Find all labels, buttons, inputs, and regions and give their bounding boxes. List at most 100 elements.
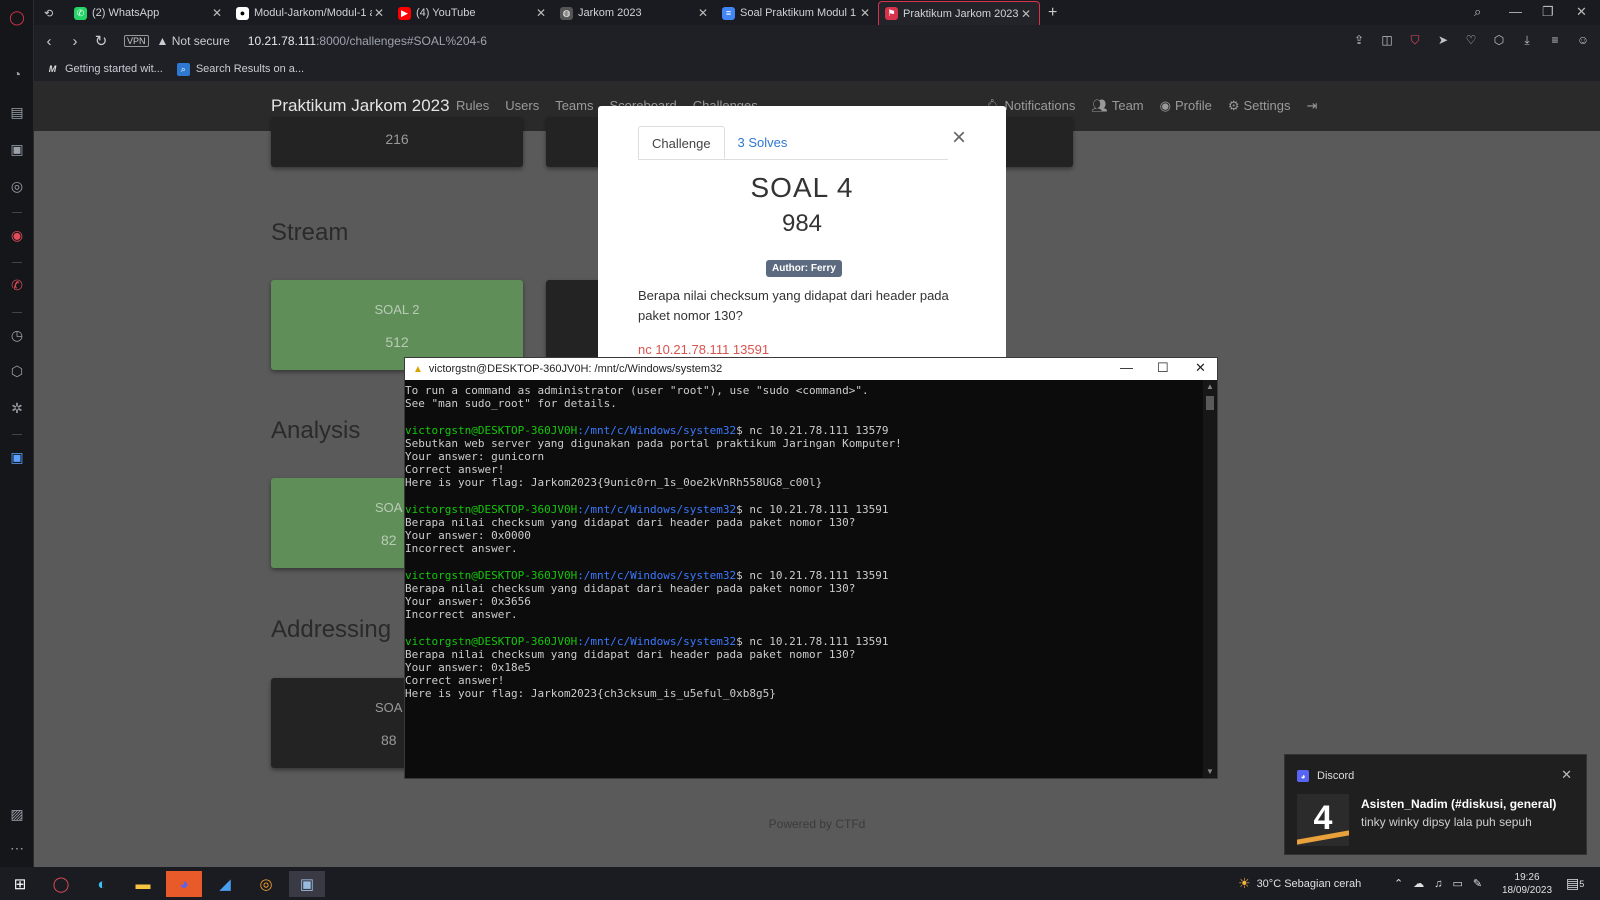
brand-link[interactable]: Praktikum Jarkom 2023 xyxy=(271,96,450,116)
close-tab-icon[interactable]: ✕ xyxy=(210,6,224,20)
messenger-icon[interactable]: ◉ xyxy=(7,225,27,245)
ubuntu-taskbar-icon[interactable]: ◎ xyxy=(248,871,284,897)
network-icon[interactable]: ▭ xyxy=(1452,877,1462,890)
pen-icon[interactable]: ✎ xyxy=(1473,877,1482,890)
bookmark-search-results[interactable]: ⌕ Search Results on a... xyxy=(176,62,304,76)
extensions-icon[interactable]: ⬡ xyxy=(7,361,27,381)
terminal-output[interactable]: To run a command as administrator (user … xyxy=(405,380,1203,778)
chevron-up-icon[interactable]: ⌃ xyxy=(1394,877,1403,890)
command-text: $ nc 10.21.78.111 13591 xyxy=(736,568,889,582)
close-icon[interactable]: ✕ xyxy=(1561,767,1572,783)
twitch-icon[interactable]: ▣ xyxy=(7,139,27,159)
bookmark-getting-started[interactable]: M Getting started wit... xyxy=(46,63,163,76)
wireshark-icon[interactable]: ◢ xyxy=(207,871,243,897)
send-icon[interactable]: ➤ xyxy=(1434,33,1452,48)
tab-jarkom[interactable]: ◍ Jarkom 2023 ✕ xyxy=(554,1,716,25)
discord-notification[interactable]: ◕ Discord ✕ 4 Asisten_Nadim (#diskusi, g… xyxy=(1284,754,1587,855)
forward-icon[interactable]: › xyxy=(62,33,88,50)
maximize-icon[interactable]: ☐ xyxy=(1157,360,1169,376)
discord-taskbar-icon[interactable]: ◕ xyxy=(166,871,202,897)
challenge-connection[interactable]: nc 10.21.78.111 13591 xyxy=(638,342,769,357)
challenge-card[interactable]: 216 xyxy=(271,117,523,167)
instagram-icon[interactable]: ◎ xyxy=(7,176,27,196)
settings-icon[interactable]: ✲ xyxy=(7,398,27,418)
whatsapp-icon: ✆ xyxy=(74,6,87,20)
whatsapp-sidebar-icon[interactable]: ✆ xyxy=(7,275,27,295)
category-title: Stream xyxy=(271,219,349,246)
edge-icon[interactable]: ◐ xyxy=(84,871,120,897)
docs-icon: ≡ xyxy=(722,6,735,20)
close-window-icon[interactable]: ✕ xyxy=(1576,4,1587,20)
tab-github[interactable]: ● Modul-Jarkom/Modul-1 at ✕ xyxy=(230,1,392,25)
speed-dial-icon[interactable]: ◔ xyxy=(7,64,27,84)
logout-icon[interactable]: ⇥ xyxy=(1306,98,1317,114)
terminal-window[interactable]: ▲ victorgstn@DESKTOP-360JV0H: /mnt/c/Win… xyxy=(404,357,1218,779)
close-icon[interactable]: × xyxy=(952,124,966,152)
minimize-icon[interactable]: — xyxy=(1120,360,1133,375)
camera-icon[interactable]: ◫ xyxy=(1378,33,1396,48)
history-icon[interactable]: ◷ xyxy=(7,325,27,345)
tab-challenge[interactable]: Challenge xyxy=(638,126,725,159)
scroll-up-icon[interactable]: ▲ xyxy=(1206,382,1214,391)
terminal-line: Berapa nilai checksum yang didapat dari … xyxy=(405,515,856,529)
nav-settings[interactable]: ⚙ Settings xyxy=(1228,98,1291,114)
reload-icon[interactable]: ↻ xyxy=(88,32,114,50)
tab-whatsapp[interactable]: ✆ (2) WhatsApp ✕ xyxy=(68,1,230,25)
clock[interactable]: 19:26 18/09/2023 xyxy=(1502,871,1552,897)
new-tab-button[interactable]: + xyxy=(1042,1,1066,25)
share-icon[interactable]: ⇪ xyxy=(1350,33,1368,48)
scroll-thumb[interactable] xyxy=(1206,396,1214,410)
scroll-down-icon[interactable]: ▼ xyxy=(1206,767,1214,776)
vpn-badge[interactable]: VPN xyxy=(124,35,149,47)
more-icon[interactable]: ⋯ xyxy=(7,838,27,858)
terminal-taskbar-icon[interactable]: ▣ xyxy=(289,871,325,897)
toast-thumbnail: 4 xyxy=(1297,794,1349,846)
tab-soal[interactable]: ≡ Soal Praktikum Modul 1 - C ✕ xyxy=(716,1,878,25)
prompt-user: victorgstn@DESKTOP-360JV0H xyxy=(405,634,578,648)
close-tab-icon[interactable]: ✕ xyxy=(534,6,548,20)
close-tab-icon[interactable]: ✕ xyxy=(696,6,710,20)
search-tabs-icon[interactable]: ⌕ xyxy=(1474,4,1481,20)
back-icon[interactable]: ‹ xyxy=(36,33,62,50)
close-tab-icon[interactable]: ✕ xyxy=(858,6,872,20)
tab-solves[interactable]: 3 Solves xyxy=(725,126,801,159)
windows-start-icon[interactable]: ⊞ xyxy=(2,871,38,897)
tab-youtube[interactable]: ▶ (4) YouTube ✕ xyxy=(392,1,554,25)
adblock-icon[interactable]: ⛉ xyxy=(1406,33,1424,48)
minimize-icon[interactable]: — xyxy=(1509,4,1522,19)
close-tab-icon[interactable]: ✕ xyxy=(372,6,386,20)
opera-logo-icon[interactable]: ◯ xyxy=(7,7,27,27)
account-icon[interactable]: ☺ xyxy=(1574,33,1592,48)
url-field[interactable]: 10.21.78.111:8000/challenges#SOAL%204-6 xyxy=(248,34,487,48)
terminal-titlebar[interactable]: ▲ victorgstn@DESKTOP-360JV0H: /mnt/c/Win… xyxy=(405,358,1217,380)
app-icon[interactable]: ▣ xyxy=(7,447,27,467)
toast-app: ◕ Discord xyxy=(1297,770,1354,782)
download-icon[interactable]: ⤓ xyxy=(1518,33,1536,48)
close-tab-icon[interactable]: ✕ xyxy=(1019,7,1033,21)
security-indicator[interactable]: ▲ Not secure xyxy=(157,34,230,48)
tab-bar-toggle[interactable]: ⟲ xyxy=(38,1,70,25)
terminal-scrollbar[interactable]: ▲ ▼ xyxy=(1203,380,1217,778)
tab-praktikum[interactable]: ⚑ Praktikum Jarkom 2023 ✕ xyxy=(878,1,1040,25)
opera-taskbar-icon[interactable]: ◯ xyxy=(43,871,79,897)
weather-widget[interactable]: ☀ 30°C Sebagian cerah xyxy=(1238,867,1361,900)
users-icon: 👥︎ xyxy=(1091,98,1108,113)
cloud-icon[interactable]: ☁ xyxy=(1413,877,1424,890)
command-text: $ nc 10.21.78.111 13591 xyxy=(736,634,889,648)
nav-rules[interactable]: Rules xyxy=(456,98,489,113)
nav-users[interactable]: Users xyxy=(505,98,539,113)
shopping-icon[interactable]: ▤ xyxy=(7,102,27,122)
close-icon[interactable]: ✕ xyxy=(1195,360,1206,376)
nav-teams[interactable]: Teams xyxy=(555,98,593,113)
file-explorer-icon[interactable]: ▬ xyxy=(125,871,161,897)
menu-icon[interactable]: ≡ xyxy=(1546,33,1564,48)
cube-icon[interactable]: ⬡ xyxy=(1490,33,1508,48)
nav-team[interactable]: 👥︎ Team xyxy=(1091,98,1143,114)
volume-icon[interactable]: ♫ xyxy=(1434,878,1442,890)
notification-center-icon[interactable]: ▤ 5 xyxy=(1566,867,1584,900)
heart-icon[interactable]: ♡ xyxy=(1462,33,1480,48)
nav-profile[interactable]: ◉ Profile xyxy=(1160,98,1212,114)
challenge-title: SOAL 4 xyxy=(750,172,854,203)
restore-icon[interactable]: ❐ xyxy=(1542,4,1554,20)
image-icon[interactable]: ▨ xyxy=(7,804,27,824)
